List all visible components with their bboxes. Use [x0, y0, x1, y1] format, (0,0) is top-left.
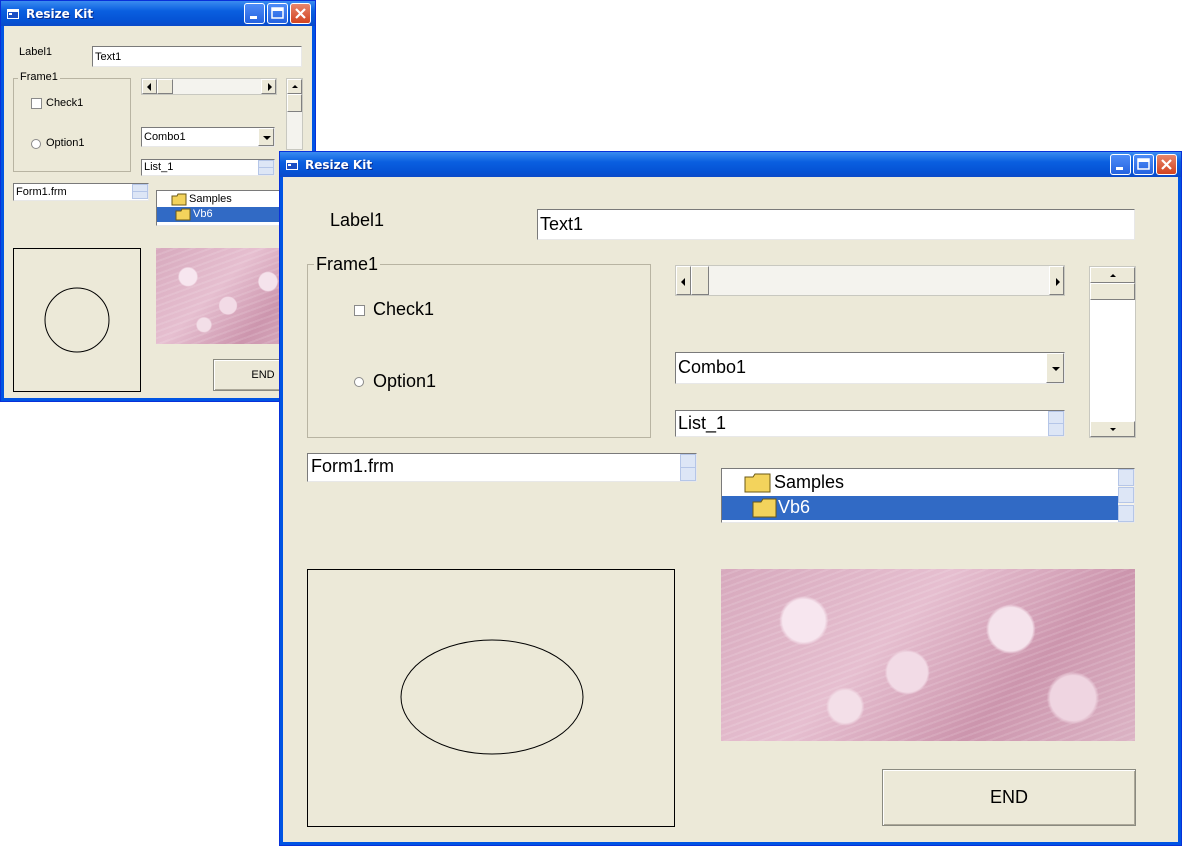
close-button[interactable] [1156, 154, 1177, 175]
back-window[interactable]: Resize Kit Label1 Text1 Frame1 Check1 Op… [0, 0, 316, 402]
frame1: Frame1 Check1 Option1 [13, 71, 131, 172]
file-value: Form1.frm [16, 186, 67, 198]
check1-label: Check1 [46, 97, 84, 109]
combo1-value: Combo1 [144, 131, 186, 143]
end-button[interactable]: END [882, 769, 1136, 826]
back-window-title: Resize Kit [26, 6, 94, 21]
option1-radio[interactable] [31, 139, 41, 149]
combo1[interactable]: Combo1 [141, 127, 275, 147]
folder-icon [171, 193, 187, 206]
file-down-button[interactable] [680, 467, 696, 481]
shape-picture-box [307, 569, 675, 827]
vscroll-thumb[interactable] [287, 94, 302, 112]
back-title-bar[interactable]: Resize Kit [1, 1, 315, 26]
file-updown[interactable]: Form1.frm [13, 183, 149, 201]
shape-picture-box [13, 248, 141, 392]
file-down-button[interactable] [132, 191, 148, 199]
combo1-dropdown-button[interactable] [1046, 353, 1064, 383]
frame1-caption: Frame1 [314, 254, 381, 275]
label1: Label1 [330, 210, 385, 230]
tree-item-vb6[interactable]: Vb6 [722, 496, 1118, 520]
text1-value: Text1 [540, 214, 584, 234]
list1-updown[interactable]: List_1 [675, 410, 1065, 437]
combo1-value: Combo1 [678, 357, 747, 377]
app-icon [286, 159, 298, 170]
check1-label: Check1 [373, 299, 435, 319]
app-icon [7, 8, 19, 19]
front-window[interactable]: Resize Kit Label1 Text1 Frame1 Check1 Op… [279, 151, 1182, 846]
ellipse-shape [400, 639, 584, 755]
vscroll-down-button[interactable] [1090, 421, 1135, 437]
maximize-button[interactable] [267, 3, 288, 24]
front-client-area: Label1 Text1 Frame1 Check1 Option1 Combo… [284, 177, 1177, 841]
list1-down-button[interactable] [258, 167, 274, 175]
combo1[interactable]: Combo1 [675, 352, 1065, 384]
front-window-title: Resize Kit [305, 157, 373, 172]
file-value: Form1.frm [311, 456, 394, 476]
folder-icon [744, 473, 771, 493]
tree-scroll-down-button[interactable] [1118, 505, 1134, 522]
hscroll-right-button[interactable] [261, 79, 276, 94]
list1-value: List_1 [144, 161, 174, 173]
vscroll-up-button[interactable] [1090, 267, 1135, 283]
file-updown[interactable]: Form1.frm [307, 453, 697, 482]
vscroll-up-button[interactable] [287, 79, 302, 94]
vscroll-thumb[interactable] [1090, 283, 1135, 300]
hscrollbar[interactable] [675, 265, 1065, 296]
hscroll-thumb[interactable] [691, 266, 709, 295]
tree-scrollbar[interactable] [1118, 469, 1134, 522]
check1-checkbox[interactable] [354, 305, 365, 316]
folder-open-icon [752, 498, 777, 518]
tree-scroll-thumb[interactable] [1118, 487, 1134, 503]
frame1: Frame1 Check1 Option1 [307, 254, 651, 438]
vscrollbar[interactable] [286, 78, 303, 150]
minimize-button[interactable] [244, 3, 265, 24]
tree-scroll-up-button[interactable] [1118, 469, 1134, 486]
back-client-area: Label1 Text1 Frame1 Check1 Option1 Combo… [5, 26, 316, 397]
circle-shape [44, 287, 110, 353]
label1: Label1 [19, 46, 53, 58]
option1-label: Option1 [46, 137, 85, 149]
hscroll-thumb[interactable] [157, 79, 173, 94]
list1-down-button[interactable] [1048, 423, 1064, 436]
list1-value: List_1 [678, 413, 727, 433]
frame1-caption: Frame1 [18, 71, 60, 83]
file-up-button[interactable] [680, 454, 696, 468]
hscroll-left-button[interactable] [676, 266, 691, 295]
folder-open-icon [175, 208, 191, 221]
close-button[interactable] [290, 3, 311, 24]
combo1-dropdown-button[interactable] [258, 128, 274, 146]
hscroll-left-button[interactable] [142, 79, 157, 94]
folder-tree[interactable]: Samples Vb6 [721, 468, 1135, 523]
hscrollbar[interactable] [141, 78, 277, 95]
text1-input[interactable]: Text1 [537, 209, 1135, 240]
minimize-button[interactable] [1110, 154, 1131, 175]
text1-value: Text1 [95, 51, 122, 63]
option1-radio[interactable] [354, 377, 364, 387]
maximize-button[interactable] [1133, 154, 1154, 175]
option1-label: Option1 [373, 371, 437, 391]
vscrollbar[interactable] [1089, 266, 1136, 438]
hscroll-right-button[interactable] [1049, 266, 1064, 295]
front-title-bar[interactable]: Resize Kit [280, 152, 1181, 177]
blossom-image [721, 569, 1135, 741]
list1-updown[interactable]: List_1 [141, 159, 275, 176]
text1-input[interactable]: Text1 [92, 46, 302, 67]
check1-checkbox[interactable] [31, 98, 42, 109]
